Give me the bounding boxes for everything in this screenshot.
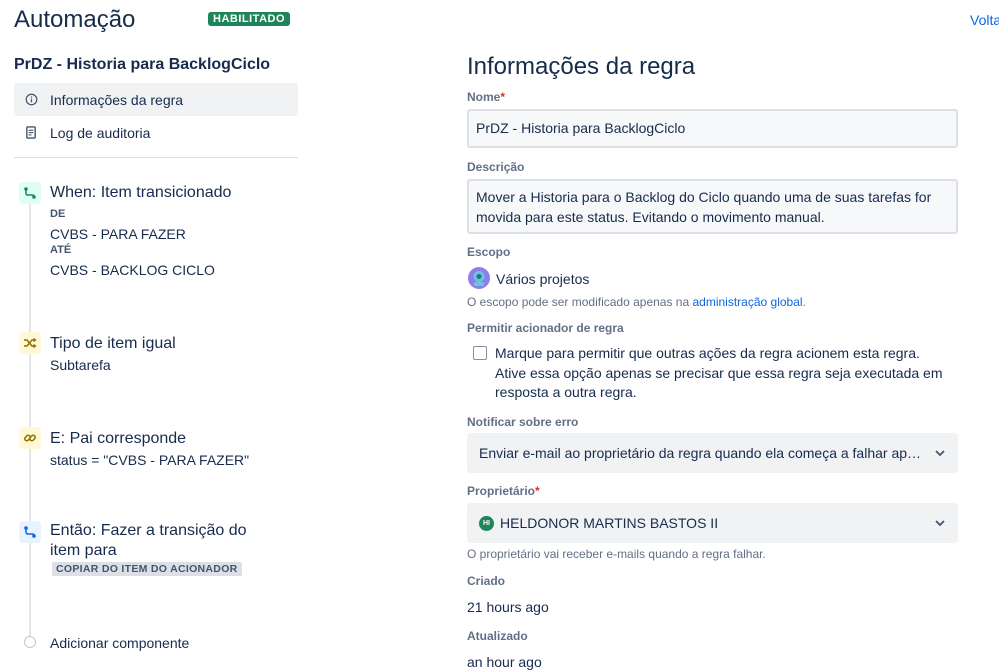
scope-value: Vários projetos <box>496 271 590 287</box>
projects-icon <box>467 266 491 290</box>
name-label: Nome* <box>467 90 506 104</box>
back-link[interactable]: Volta <box>970 12 999 28</box>
description-line: movida para este status. Evitando o movi… <box>476 209 825 225</box>
description-textarea[interactable]: Mover a Historia para o Backlog do Ciclo… <box>467 179 958 234</box>
add-component-dot <box>24 636 36 648</box>
updated-value: an hour ago <box>467 654 542 670</box>
shuffle-icon <box>19 332 41 354</box>
nav-item-audit-log[interactable]: Log de auditoria <box>14 116 298 149</box>
status-badge: HABILITADO <box>208 12 291 26</box>
name-input[interactable]: PrDZ - Historia para BacklogCiclo <box>467 109 958 148</box>
link-icon <box>19 427 41 449</box>
allow-trigger-description: Marque para permitir que outras ações da… <box>495 345 943 400</box>
details-heading: Informações da regra <box>467 53 696 80</box>
nav-item-rule-info[interactable]: Informações da regra <box>14 83 298 116</box>
page-title: Automação <box>14 6 136 33</box>
sidebar-divider <box>14 157 298 158</box>
scope-label: Escopo <box>467 245 511 259</box>
action-title-line1[interactable]: Então: Fazer a transição do <box>50 522 247 540</box>
notify-select[interactable]: Enviar e-mail ao proprietário da regra q… <box>467 433 958 473</box>
owner-help: O proprietário vai receber e-mails quand… <box>467 547 766 561</box>
trigger-to-label: ATÉ <box>50 244 72 256</box>
avatar: HI <box>479 515 494 531</box>
info-icon <box>24 93 38 107</box>
chevron-down-icon <box>935 520 945 527</box>
trigger-from-label: DE <box>50 208 66 220</box>
condition-title[interactable]: Tipo de item igual <box>50 335 176 353</box>
document-icon <box>24 126 38 140</box>
chevron-down-icon <box>935 450 945 457</box>
component-timeline <box>29 196 31 640</box>
allow-trigger-checkbox[interactable] <box>473 346 487 360</box>
transition-icon <box>19 182 41 204</box>
action-title-line2[interactable]: item para <box>50 542 117 560</box>
owner-label: Proprietário* <box>467 484 540 498</box>
updated-label: Atualizado <box>467 629 528 643</box>
notify-select-value: Enviar e-mail ao proprietário da regra q… <box>479 445 924 461</box>
allow-trigger-label: Permitir acionador de regra <box>467 321 624 335</box>
nav-item-label: Informações da regra <box>50 91 184 108</box>
condition-value: Subtarefa <box>50 357 111 373</box>
scope-help: O escopo pode ser modificado apenas na a… <box>467 295 806 309</box>
branch-value: status = "CVBS - PARA FAZER" <box>50 452 250 468</box>
transition-action-icon <box>19 521 41 543</box>
description-line: Mover a Historia para o Backlog do Ciclo… <box>476 189 932 205</box>
action-lozenge: COPIAR DO ITEM DO ACIONADOR <box>52 562 242 576</box>
owner-select[interactable]: HI HELDONOR MARTINS BASTOS II <box>467 503 958 543</box>
trigger-to-value: CVBS - BACKLOG CICLO <box>50 262 215 278</box>
add-component-button[interactable]: Adicionar componente <box>50 635 189 651</box>
branch-title[interactable]: E: Pai corresponde <box>50 430 186 448</box>
created-value: 21 hours ago <box>467 599 549 615</box>
trigger-title[interactable]: When: Item transicionado <box>50 184 231 202</box>
global-admin-link[interactable]: administração global <box>692 295 802 309</box>
trigger-from-value: CVBS - PARA FAZER <box>50 226 186 242</box>
rule-name-heading: PrDZ - Historia para BacklogCiclo <box>14 56 271 73</box>
nav-item-label: Log de auditoria <box>50 124 151 141</box>
description-label: Descrição <box>467 160 525 174</box>
notify-label: Notificar sobre erro <box>467 415 579 429</box>
owner-select-value: HELDONOR MARTINS BASTOS II <box>500 515 719 531</box>
created-label: Criado <box>467 574 506 588</box>
